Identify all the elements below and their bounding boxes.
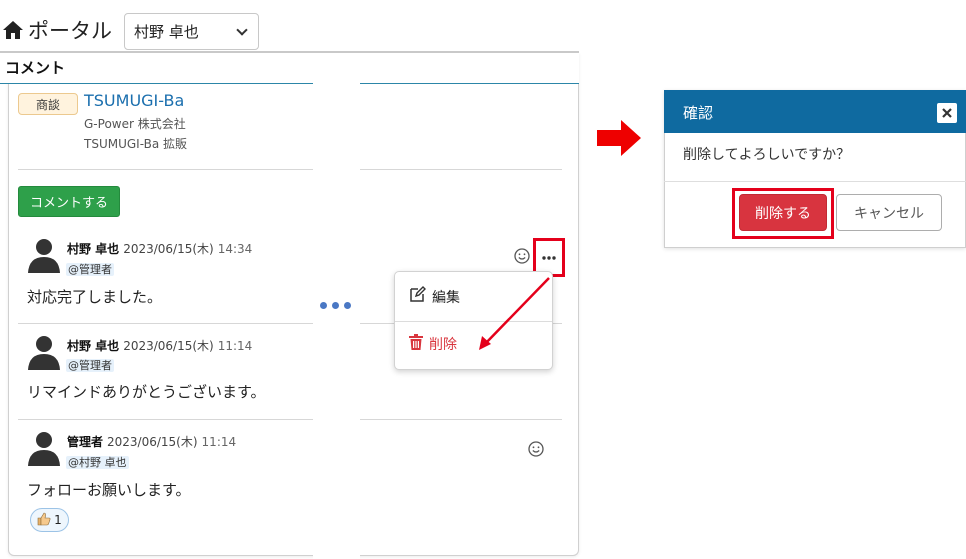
- annotation-arrow: [479, 277, 550, 350]
- cancel-button[interactable]: キャンセル: [836, 194, 942, 231]
- thumbs-up-icon: [37, 512, 51, 529]
- chevron-down-icon: [236, 23, 248, 36]
- comment-time: 11:14: [201, 435, 237, 449]
- edit-icon: [409, 286, 426, 307]
- menu-item-edit-label: 編集: [432, 289, 460, 306]
- comment-date: 2023/06/15(木): [123, 242, 214, 256]
- comment-time: 11:14: [217, 339, 253, 353]
- comment-mention-wrap: @管理者: [66, 354, 114, 373]
- reaction-count: 1: [54, 513, 62, 527]
- comment-meta: 村野 卓也 2023/06/15(木) 11:14: [67, 335, 252, 354]
- dialog-divider: [664, 181, 966, 182]
- panel-header-title: コメント: [5, 59, 66, 77]
- deal-name-link[interactable]: TSUMUGI-Ba: [84, 91, 184, 110]
- dialog-message: 削除してよろしいですか？: [683, 147, 851, 163]
- close-icon[interactable]: [937, 103, 957, 123]
- dialog-title: 確認: [683, 104, 714, 122]
- smile-icon[interactable]: [514, 248, 530, 264]
- portal-title-text: ポータル: [28, 19, 112, 43]
- smile-icon[interactable]: [528, 441, 544, 457]
- confirm-delete-button[interactable]: 削除する: [739, 194, 827, 231]
- reaction-badge[interactable]: 1: [30, 508, 69, 532]
- comment-mention[interactable]: @管理者: [66, 263, 114, 276]
- user-select[interactable]: 村野 卓也: [124, 13, 259, 50]
- portal-title: ポータル: [2, 14, 112, 46]
- comment-body: 対応完了しました。: [27, 288, 163, 306]
- comment-button[interactable]: コメントする: [18, 186, 120, 217]
- comment-mention-wrap: @管理者: [66, 258, 114, 277]
- panel-header: コメント: [0, 53, 579, 84]
- comment-author: 村野 卓也: [67, 242, 120, 256]
- divider: [18, 419, 562, 420]
- comment-mention[interactable]: @村野 卓也: [66, 456, 129, 469]
- arrow-right-icon: [597, 120, 641, 156]
- comment-mention[interactable]: @管理者: [66, 359, 114, 372]
- comment-author: 管理者: [67, 435, 104, 449]
- menu-item-delete-label: 削除: [429, 337, 457, 353]
- user-avatar-icon: [27, 430, 61, 466]
- comment-author: 村野 卓也: [67, 339, 120, 353]
- ellipsis-icon: [320, 302, 351, 309]
- deal-project: TSUMUGI-Ba 拡販: [84, 137, 188, 151]
- deal-company: G-Power 株式会社: [84, 117, 186, 131]
- comment-date: 2023/06/15(木): [123, 339, 214, 353]
- menu-item-edit[interactable]: 編集: [409, 286, 460, 307]
- user-avatar-icon: [27, 237, 61, 273]
- trash-icon: [409, 334, 423, 354]
- menu-item-delete[interactable]: 削除: [409, 334, 457, 354]
- user-avatar-icon: [27, 334, 61, 370]
- home-icon[interactable]: [2, 20, 24, 40]
- comment-body: フォローお願いします。: [27, 481, 191, 499]
- divider: [18, 169, 562, 170]
- comment-mention-wrap: @村野 卓也: [66, 451, 129, 470]
- user-select-value: 村野 卓也: [134, 23, 199, 41]
- deal-type-badge: 商談: [18, 93, 78, 115]
- comment-time: 14:34: [217, 242, 253, 256]
- comment-date: 2023/06/15(木): [107, 435, 198, 449]
- comment-meta: 管理者 2023/06/15(木) 11:14: [67, 431, 236, 450]
- comment-meta: 村野 卓也 2023/06/15(木) 14:34: [67, 238, 252, 257]
- comment-body: リマインドありがとうございます。: [27, 383, 266, 401]
- more-icon[interactable]: [542, 255, 556, 260]
